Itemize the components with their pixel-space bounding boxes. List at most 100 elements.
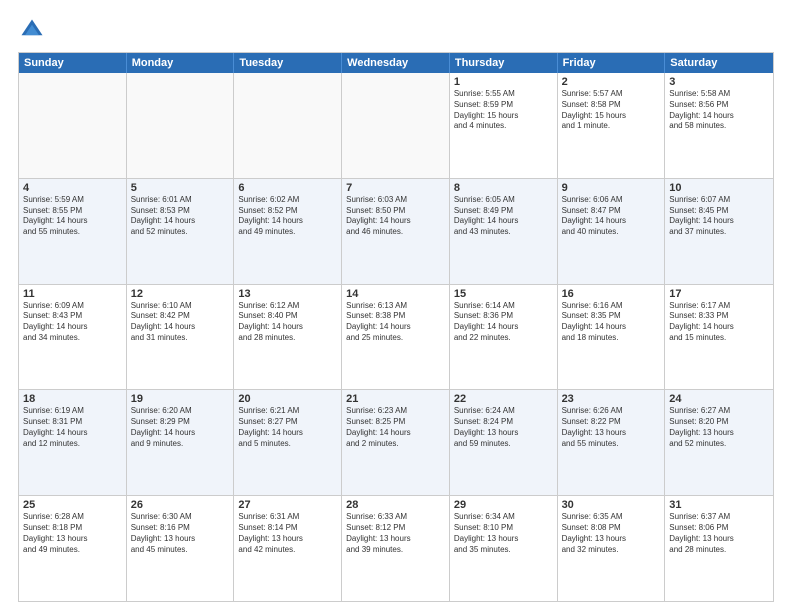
header-monday: Monday (127, 53, 235, 73)
cell-info: Sunrise: 6:14 AM Sunset: 8:36 PM Dayligh… (454, 301, 553, 344)
calendar-cell-r0-c6: 3Sunrise: 5:58 AM Sunset: 8:56 PM Daylig… (665, 73, 773, 178)
day-number: 12 (131, 288, 230, 300)
day-number: 28 (346, 499, 445, 511)
day-number: 20 (238, 393, 337, 405)
cell-info: Sunrise: 6:35 AM Sunset: 8:08 PM Dayligh… (562, 512, 661, 555)
day-number: 7 (346, 182, 445, 194)
cell-info: Sunrise: 6:03 AM Sunset: 8:50 PM Dayligh… (346, 195, 445, 238)
day-number: 26 (131, 499, 230, 511)
day-number: 14 (346, 288, 445, 300)
cell-info: Sunrise: 6:27 AM Sunset: 8:20 PM Dayligh… (669, 406, 769, 449)
calendar-body: 1Sunrise: 5:55 AM Sunset: 8:59 PM Daylig… (19, 73, 773, 601)
cell-info: Sunrise: 6:07 AM Sunset: 8:45 PM Dayligh… (669, 195, 769, 238)
cell-info: Sunrise: 6:30 AM Sunset: 8:16 PM Dayligh… (131, 512, 230, 555)
cell-info: Sunrise: 6:31 AM Sunset: 8:14 PM Dayligh… (238, 512, 337, 555)
calendar-row-1: 4Sunrise: 5:59 AM Sunset: 8:55 PM Daylig… (19, 178, 773, 284)
cell-info: Sunrise: 6:05 AM Sunset: 8:49 PM Dayligh… (454, 195, 553, 238)
day-number: 6 (238, 182, 337, 194)
calendar-cell-r2-c5: 16Sunrise: 6:16 AM Sunset: 8:35 PM Dayli… (558, 285, 666, 390)
day-number: 19 (131, 393, 230, 405)
calendar-cell-r3-c0: 18Sunrise: 6:19 AM Sunset: 8:31 PM Dayli… (19, 390, 127, 495)
cell-info: Sunrise: 6:01 AM Sunset: 8:53 PM Dayligh… (131, 195, 230, 238)
logo (18, 16, 50, 44)
cell-info: Sunrise: 5:55 AM Sunset: 8:59 PM Dayligh… (454, 89, 553, 132)
calendar-cell-r3-c6: 24Sunrise: 6:27 AM Sunset: 8:20 PM Dayli… (665, 390, 773, 495)
calendar-cell-r4-c6: 31Sunrise: 6:37 AM Sunset: 8:06 PM Dayli… (665, 496, 773, 601)
cell-info: Sunrise: 6:34 AM Sunset: 8:10 PM Dayligh… (454, 512, 553, 555)
calendar-cell-r0-c5: 2Sunrise: 5:57 AM Sunset: 8:58 PM Daylig… (558, 73, 666, 178)
calendar-row-4: 25Sunrise: 6:28 AM Sunset: 8:18 PM Dayli… (19, 495, 773, 601)
cell-info: Sunrise: 6:24 AM Sunset: 8:24 PM Dayligh… (454, 406, 553, 449)
header (18, 16, 774, 44)
cell-info: Sunrise: 6:06 AM Sunset: 8:47 PM Dayligh… (562, 195, 661, 238)
calendar-cell-r2-c1: 12Sunrise: 6:10 AM Sunset: 8:42 PM Dayli… (127, 285, 235, 390)
header-sunday: Sunday (19, 53, 127, 73)
calendar-cell-r2-c2: 13Sunrise: 6:12 AM Sunset: 8:40 PM Dayli… (234, 285, 342, 390)
calendar-cell-r1-c0: 4Sunrise: 5:59 AM Sunset: 8:55 PM Daylig… (19, 179, 127, 284)
calendar-cell-r4-c4: 29Sunrise: 6:34 AM Sunset: 8:10 PM Dayli… (450, 496, 558, 601)
calendar-cell-r1-c1: 5Sunrise: 6:01 AM Sunset: 8:53 PM Daylig… (127, 179, 235, 284)
day-number: 15 (454, 288, 553, 300)
cell-info: Sunrise: 6:33 AM Sunset: 8:12 PM Dayligh… (346, 512, 445, 555)
cell-info: Sunrise: 5:59 AM Sunset: 8:55 PM Dayligh… (23, 195, 122, 238)
header-thursday: Thursday (450, 53, 558, 73)
calendar-cell-r3-c5: 23Sunrise: 6:26 AM Sunset: 8:22 PM Dayli… (558, 390, 666, 495)
day-number: 27 (238, 499, 337, 511)
calendar-cell-r1-c6: 10Sunrise: 6:07 AM Sunset: 8:45 PM Dayli… (665, 179, 773, 284)
day-number: 16 (562, 288, 661, 300)
cell-info: Sunrise: 6:17 AM Sunset: 8:33 PM Dayligh… (669, 301, 769, 344)
cell-info: Sunrise: 6:09 AM Sunset: 8:43 PM Dayligh… (23, 301, 122, 344)
day-number: 17 (669, 288, 769, 300)
header-friday: Friday (558, 53, 666, 73)
calendar-cell-r3-c2: 20Sunrise: 6:21 AM Sunset: 8:27 PM Dayli… (234, 390, 342, 495)
calendar-cell-r1-c5: 9Sunrise: 6:06 AM Sunset: 8:47 PM Daylig… (558, 179, 666, 284)
day-number: 4 (23, 182, 122, 194)
page: Sunday Monday Tuesday Wednesday Thursday… (0, 0, 792, 612)
calendar-cell-r0-c0 (19, 73, 127, 178)
calendar-header: Sunday Monday Tuesday Wednesday Thursday… (19, 53, 773, 73)
day-number: 8 (454, 182, 553, 194)
header-wednesday: Wednesday (342, 53, 450, 73)
calendar-cell-r4-c1: 26Sunrise: 6:30 AM Sunset: 8:16 PM Dayli… (127, 496, 235, 601)
calendar-cell-r4-c0: 25Sunrise: 6:28 AM Sunset: 8:18 PM Dayli… (19, 496, 127, 601)
cell-info: Sunrise: 6:23 AM Sunset: 8:25 PM Dayligh… (346, 406, 445, 449)
day-number: 2 (562, 76, 661, 88)
cell-info: Sunrise: 6:12 AM Sunset: 8:40 PM Dayligh… (238, 301, 337, 344)
day-number: 9 (562, 182, 661, 194)
calendar-cell-r0-c1 (127, 73, 235, 178)
calendar-cell-r0-c4: 1Sunrise: 5:55 AM Sunset: 8:59 PM Daylig… (450, 73, 558, 178)
cell-info: Sunrise: 6:16 AM Sunset: 8:35 PM Dayligh… (562, 301, 661, 344)
calendar-cell-r1-c4: 8Sunrise: 6:05 AM Sunset: 8:49 PM Daylig… (450, 179, 558, 284)
calendar-cell-r0-c2 (234, 73, 342, 178)
cell-info: Sunrise: 6:37 AM Sunset: 8:06 PM Dayligh… (669, 512, 769, 555)
calendar-cell-r1-c3: 7Sunrise: 6:03 AM Sunset: 8:50 PM Daylig… (342, 179, 450, 284)
cell-info: Sunrise: 6:26 AM Sunset: 8:22 PM Dayligh… (562, 406, 661, 449)
calendar-cell-r1-c2: 6Sunrise: 6:02 AM Sunset: 8:52 PM Daylig… (234, 179, 342, 284)
calendar-cell-r0-c3 (342, 73, 450, 178)
cell-info: Sunrise: 6:10 AM Sunset: 8:42 PM Dayligh… (131, 301, 230, 344)
day-number: 21 (346, 393, 445, 405)
day-number: 1 (454, 76, 553, 88)
calendar-row-0: 1Sunrise: 5:55 AM Sunset: 8:59 PM Daylig… (19, 73, 773, 178)
calendar-row-3: 18Sunrise: 6:19 AM Sunset: 8:31 PM Dayli… (19, 389, 773, 495)
logo-icon (18, 16, 46, 44)
cell-info: Sunrise: 6:02 AM Sunset: 8:52 PM Dayligh… (238, 195, 337, 238)
calendar-cell-r2-c3: 14Sunrise: 6:13 AM Sunset: 8:38 PM Dayli… (342, 285, 450, 390)
day-number: 11 (23, 288, 122, 300)
calendar-cell-r2-c6: 17Sunrise: 6:17 AM Sunset: 8:33 PM Dayli… (665, 285, 773, 390)
cell-info: Sunrise: 6:28 AM Sunset: 8:18 PM Dayligh… (23, 512, 122, 555)
calendar-cell-r4-c5: 30Sunrise: 6:35 AM Sunset: 8:08 PM Dayli… (558, 496, 666, 601)
day-number: 24 (669, 393, 769, 405)
day-number: 25 (23, 499, 122, 511)
calendar: Sunday Monday Tuesday Wednesday Thursday… (18, 52, 774, 602)
cell-info: Sunrise: 6:20 AM Sunset: 8:29 PM Dayligh… (131, 406, 230, 449)
calendar-row-2: 11Sunrise: 6:09 AM Sunset: 8:43 PM Dayli… (19, 284, 773, 390)
calendar-cell-r2-c4: 15Sunrise: 6:14 AM Sunset: 8:36 PM Dayli… (450, 285, 558, 390)
day-number: 31 (669, 499, 769, 511)
cell-info: Sunrise: 5:57 AM Sunset: 8:58 PM Dayligh… (562, 89, 661, 132)
calendar-cell-r4-c2: 27Sunrise: 6:31 AM Sunset: 8:14 PM Dayli… (234, 496, 342, 601)
cell-info: Sunrise: 6:21 AM Sunset: 8:27 PM Dayligh… (238, 406, 337, 449)
day-number: 10 (669, 182, 769, 194)
day-number: 5 (131, 182, 230, 194)
day-number: 18 (23, 393, 122, 405)
